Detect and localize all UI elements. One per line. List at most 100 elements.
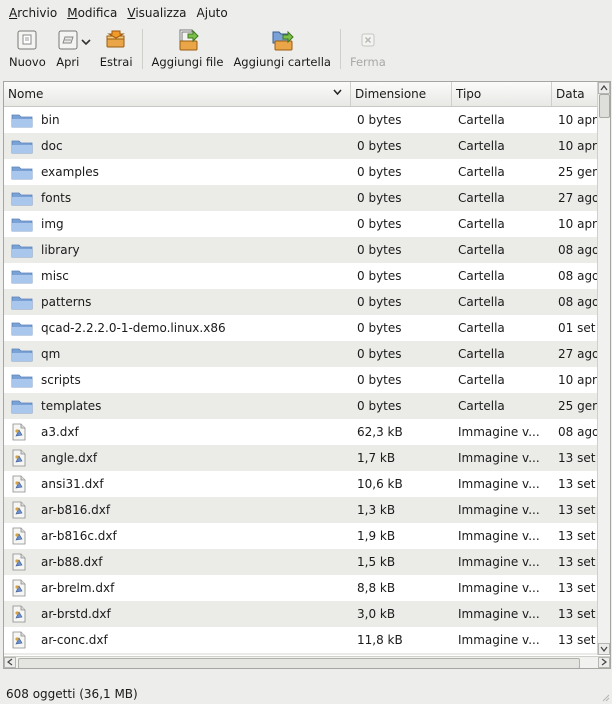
table-row[interactable]: angle.dxf 1,7 kB Immagine v... 13 set	[4, 445, 600, 471]
file-date: 13 set	[558, 555, 596, 569]
table-row[interactable]: ar-hbone.dxf 2,1 kBImmagine v...13 set	[4, 653, 600, 655]
column-header-name[interactable]: Nome	[4, 82, 351, 106]
file-type: Cartella	[458, 269, 505, 283]
table-row[interactable]: ar-brstd.dxf 3,0 kB Immagine v... 13 set	[4, 601, 600, 627]
file-type: Cartella	[458, 113, 505, 127]
file-date: 13 set	[558, 503, 596, 517]
file-type: Cartella	[458, 243, 505, 257]
table-row[interactable]: ar-b816c.dxf 1,9 kB Immagine v... 13 set	[4, 523, 600, 549]
resize-grip-icon[interactable]	[600, 692, 610, 702]
file-name: doc	[41, 139, 63, 153]
folder-icon	[11, 345, 33, 363]
folder-icon	[11, 293, 33, 311]
table-row[interactable]: bin 0 bytes Cartella 10 apr	[4, 107, 600, 133]
add-file-button[interactable]: Aggiungi file	[147, 27, 229, 73]
add-folder-button[interactable]: Aggiungi cartella	[228, 27, 336, 73]
open-recent-dropdown[interactable]	[79, 27, 93, 57]
menu-visualizza[interactable]: Visualizza	[122, 4, 191, 22]
file-date: 27 ago	[558, 191, 600, 205]
file-size: 62,3 kB	[357, 425, 403, 439]
horizontal-scrollbar[interactable]	[4, 656, 610, 668]
add-folder-icon	[269, 27, 295, 53]
menu-ajuto-label: uto	[208, 6, 228, 20]
file-date: 13 set	[558, 451, 596, 465]
open-button-label: Apri	[56, 55, 80, 69]
file-list[interactable]: Nome Dimensione Tipo Data bin 0 bytes Cart…	[3, 81, 611, 669]
file-name: templates	[41, 399, 102, 413]
file-name: ar-brstd.dxf	[41, 607, 111, 621]
table-row[interactable]: scripts 0 bytes Cartella 10 apr	[4, 367, 600, 393]
table-row[interactable]: img 0 bytes Cartella 10 apr	[4, 211, 600, 237]
file-type: Immagine v...	[458, 477, 540, 491]
file-type: Cartella	[458, 321, 505, 335]
column-header-type[interactable]: Tipo	[452, 82, 552, 106]
file-size: 8,8 kB	[357, 581, 396, 595]
table-row[interactable]: examples 0 bytes Cartella 25 gen	[4, 159, 600, 185]
folder-icon	[11, 319, 33, 337]
file-type: Immagine v...	[458, 451, 540, 465]
horizontal-scroll-thumb[interactable]	[18, 658, 580, 668]
menu-ajuto[interactable]: Ajuto	[192, 4, 233, 22]
file-date: 13 set	[558, 607, 596, 621]
stop-button[interactable]: Ferma	[345, 27, 391, 73]
column-header-type-label: Tipo	[456, 87, 482, 101]
scroll-up-button[interactable]	[598, 82, 610, 94]
scroll-down-button[interactable]	[598, 643, 610, 655]
file-size: 0 bytes	[357, 113, 402, 127]
add-folder-button-label: Aggiungi cartella	[233, 55, 331, 69]
vertical-scroll-thumb[interactable]	[599, 94, 610, 118]
vertical-scrollbar[interactable]	[597, 82, 610, 655]
table-row[interactable]: qm 0 bytes Cartella 27 ago	[4, 341, 600, 367]
vector-image-file-icon	[11, 579, 33, 597]
table-row[interactable]: patterns 0 bytes Cartella 08 ago	[4, 289, 600, 315]
scroll-right-button[interactable]	[598, 657, 610, 668]
table-row[interactable]: doc 0 bytes Cartella 10 apr	[4, 133, 600, 159]
file-date: 13 set	[558, 477, 596, 491]
menu-archivio-label: rchivio	[17, 6, 58, 20]
column-header-size[interactable]: Dimensione	[351, 82, 452, 106]
folder-icon	[11, 111, 33, 129]
file-name: qcad-2.2.2.0-1-demo.linux.x86	[41, 321, 226, 335]
file-size: 0 bytes	[357, 399, 402, 413]
table-row[interactable]: ansi31.dxf 10,6 kB Immagine v... 13 set	[4, 471, 600, 497]
chevron-right-icon	[601, 658, 607, 666]
table-row[interactable]: fonts 0 bytes Cartella 27 ago	[4, 185, 600, 211]
file-name: scripts	[41, 373, 81, 387]
file-date: 13 set	[552, 653, 600, 655]
table-row[interactable]: templates 0 bytes Cartella 25 gen	[4, 393, 600, 419]
new-button[interactable]: Nuovo	[4, 27, 51, 73]
file-name: fonts	[41, 191, 72, 205]
menu-ajuto-prefix: A	[196, 6, 205, 20]
add-file-button-label: Aggiungi file	[151, 55, 224, 69]
menu-bar: Archivio Modifica Visualizza Ajuto	[0, 0, 612, 26]
file-date: 10 apr	[558, 139, 597, 153]
menu-archivio[interactable]: Archivio	[4, 4, 62, 22]
table-row[interactable]: ar-brelm.dxf 8,8 kB Immagine v... 13 set	[4, 575, 600, 601]
folder-icon	[11, 267, 33, 285]
file-type: Immagine v...	[458, 425, 540, 439]
table-row[interactable]: library 0 bytes Cartella 08 ago	[4, 237, 600, 263]
folder-icon	[11, 397, 33, 415]
file-name: angle.dxf	[41, 451, 98, 465]
file-date: 08 ago	[558, 425, 600, 439]
vector-image-file-icon	[11, 475, 33, 493]
table-row[interactable]: ar-b816.dxf 1,3 kB Immagine v... 13 set	[4, 497, 600, 523]
toolbar: Nuovo Apri Estrai Aggiungi file Aggiungi…	[0, 27, 612, 75]
table-row[interactable]: ar-b88.dxf 1,5 kB Immagine v... 13 set	[4, 549, 600, 575]
table-row[interactable]: ar-conc.dxf 11,8 kB Immagine v... 13 set	[4, 627, 600, 653]
chevron-down-icon	[81, 39, 91, 46]
folder-icon	[11, 137, 33, 155]
extract-button-label: Estrai	[99, 55, 133, 69]
extract-button[interactable]: Estrai	[95, 27, 138, 73]
menu-modifica[interactable]: Modifica	[62, 4, 122, 22]
file-name: examples	[41, 165, 99, 179]
file-type: Immagine v...	[458, 633, 540, 647]
table-row[interactable]: qcad-2.2.2.0-1-demo.linux.x86 0 bytes Cart…	[4, 315, 600, 341]
file-size: 11,8 kB	[357, 633, 403, 647]
scroll-left-button[interactable]	[4, 657, 16, 668]
file-name: ar-brelm.dxf	[41, 581, 115, 595]
table-row[interactable]: a3.dxf 62,3 kB Immagine v... 08 ago	[4, 419, 600, 445]
file-type: Cartella	[458, 295, 505, 309]
table-row[interactable]: misc 0 bytes Cartella 08 ago	[4, 263, 600, 289]
column-header-date[interactable]: Data	[552, 82, 600, 106]
